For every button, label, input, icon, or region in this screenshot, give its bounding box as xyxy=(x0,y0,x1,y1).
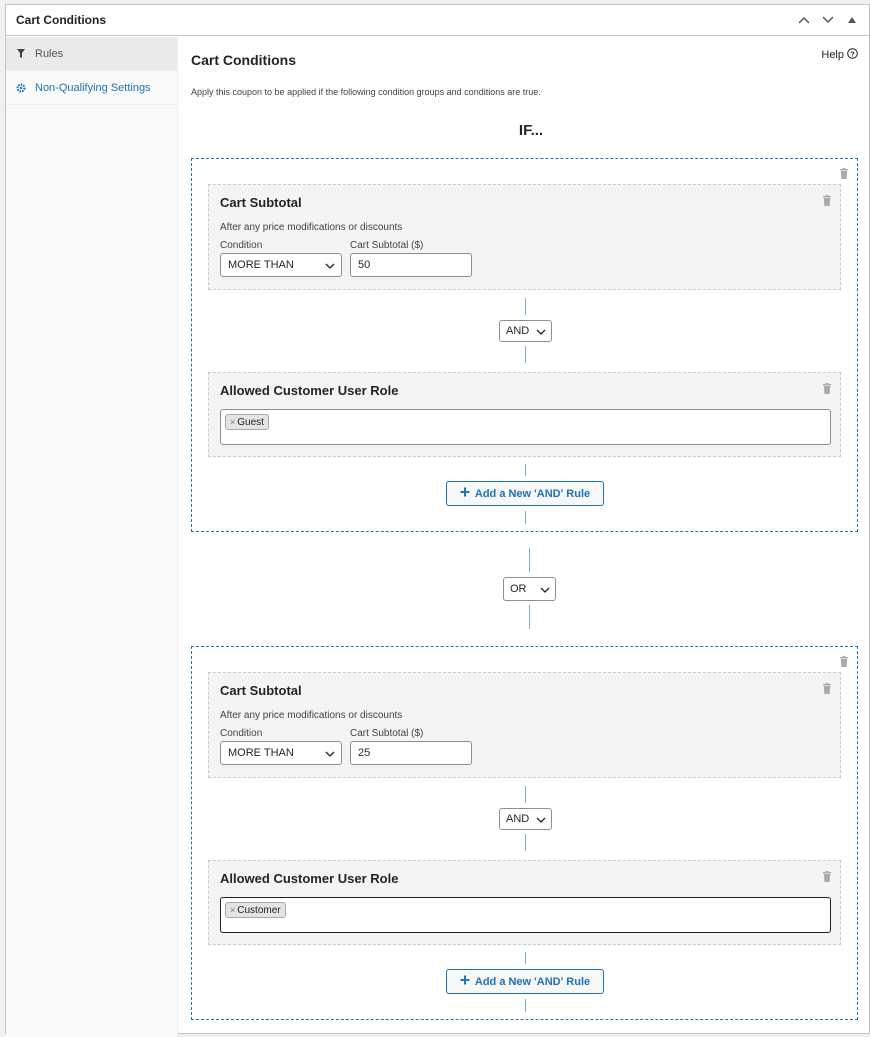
trash-icon[interactable] xyxy=(822,193,832,206)
trash-icon[interactable] xyxy=(839,654,849,667)
gear-icon xyxy=(15,82,27,93)
user-role-multiselect[interactable]: × Guest xyxy=(220,409,831,445)
if-label: IF... xyxy=(518,122,544,139)
trash-icon[interactable] xyxy=(822,681,832,694)
chevron-down-icon xyxy=(536,327,546,339)
connector-line xyxy=(525,346,526,363)
add-rule-label: Add a New 'AND' Rule xyxy=(474,975,591,988)
cart-subtotal-rule: Cart Subtotal After any price modificati… xyxy=(208,184,841,290)
page-title: Cart Conditions xyxy=(191,52,296,68)
trash-icon[interactable] xyxy=(822,381,832,394)
chevron-down-icon xyxy=(325,749,335,761)
cart-conditions-metabox: Cart Conditions Rules Non-Qualifying Set… xyxy=(5,4,870,1037)
rule-title: Cart Subtotal xyxy=(220,683,302,698)
rule-title: Allowed Customer User Role xyxy=(220,383,399,398)
chevron-up-icon[interactable] xyxy=(795,11,813,29)
tab-rules[interactable]: Rules xyxy=(6,37,177,71)
and-logic-select[interactable]: AND xyxy=(499,808,552,830)
connector-line xyxy=(525,298,526,315)
svg-text:?: ? xyxy=(850,49,855,58)
condition-label: Condition xyxy=(220,728,263,739)
metabox-header: Cart Conditions xyxy=(6,5,869,36)
connector-line xyxy=(525,834,526,851)
user-role-multiselect[interactable]: × Customer xyxy=(220,897,831,933)
help-label: Help xyxy=(821,49,844,61)
cart-subtotal-rule: Cart Subtotal After any price modificati… xyxy=(208,672,841,778)
metabox-tabs: Rules Non-Qualifying Settings xyxy=(6,37,178,1037)
metabox-title: Cart Conditions xyxy=(16,13,106,27)
rule-subtitle: After any price modifications or discoun… xyxy=(220,222,403,233)
user-role-rule: Allowed Customer User Role × Customer xyxy=(208,860,841,945)
plus-icon xyxy=(460,975,470,988)
connector-line xyxy=(529,548,530,572)
chevron-down-icon xyxy=(536,815,546,827)
add-and-rule-button[interactable]: Add a New 'AND' Rule xyxy=(446,481,604,506)
tab-rules-label: Rules xyxy=(35,47,64,60)
role-tag: × Customer xyxy=(225,902,286,918)
connector-line xyxy=(529,605,530,629)
or-logic-select[interactable]: OR xyxy=(503,577,556,601)
amount-label: Cart Subtotal ($) xyxy=(350,728,424,739)
condition-label: Condition xyxy=(220,240,263,251)
user-role-rule: Allowed Customer User Role × Guest xyxy=(208,372,841,457)
subtotal-amount-input[interactable]: 50 xyxy=(350,253,472,277)
rule-title: Allowed Customer User Role xyxy=(220,871,399,886)
tab-non-qualifying-label: Non-Qualifying Settings xyxy=(35,81,151,94)
role-tag-label: Customer xyxy=(237,904,281,916)
help-icon: ? xyxy=(847,48,858,62)
chevron-down-icon xyxy=(325,261,335,273)
chevron-down-icon xyxy=(540,585,550,597)
rule-title: Cart Subtotal xyxy=(220,195,302,210)
add-rule-label: Add a New 'AND' Rule xyxy=(474,487,591,500)
condition-select[interactable]: MORE THAN xyxy=(220,253,342,277)
tab-non-qualifying-settings[interactable]: Non-Qualifying Settings xyxy=(6,71,177,105)
logic-value: AND xyxy=(506,813,530,825)
rule-subtitle: After any price modifications or discoun… xyxy=(220,710,403,721)
plus-icon xyxy=(460,487,470,500)
and-logic-select[interactable]: AND xyxy=(499,320,552,342)
connector-line xyxy=(525,999,526,1012)
condition-group: Cart Subtotal After any price modificati… xyxy=(191,158,858,532)
remove-tag-icon[interactable]: × xyxy=(230,905,235,915)
metabox-handles xyxy=(795,11,861,29)
role-tag: × Guest xyxy=(225,414,269,430)
connector-line xyxy=(525,952,526,964)
subtotal-amount-input[interactable]: 25 xyxy=(350,741,472,765)
triangle-up-icon[interactable] xyxy=(843,11,861,29)
connector-line xyxy=(525,511,526,524)
chevron-down-icon[interactable] xyxy=(819,11,837,29)
condition-select-value: MORE THAN xyxy=(228,747,294,759)
add-and-rule-button[interactable]: Add a New 'AND' Rule xyxy=(446,969,604,994)
connector-line xyxy=(525,786,526,803)
connector-line xyxy=(525,464,526,476)
logic-value: AND xyxy=(506,325,530,337)
amount-label: Cart Subtotal ($) xyxy=(350,240,424,251)
condition-group: Cart Subtotal After any price modificati… xyxy=(191,646,858,1020)
panel-description: Apply this coupon to be applied if the f… xyxy=(191,87,541,97)
filter-icon xyxy=(15,49,27,58)
trash-icon[interactable] xyxy=(839,166,849,179)
trash-icon[interactable] xyxy=(822,869,832,882)
condition-select-value: MORE THAN xyxy=(228,259,294,271)
logic-value: OR xyxy=(510,583,527,595)
help-link[interactable]: Help ? xyxy=(821,48,858,62)
condition-select[interactable]: MORE THAN xyxy=(220,741,342,765)
role-tag-label: Guest xyxy=(237,416,264,428)
remove-tag-icon[interactable]: × xyxy=(230,417,235,427)
